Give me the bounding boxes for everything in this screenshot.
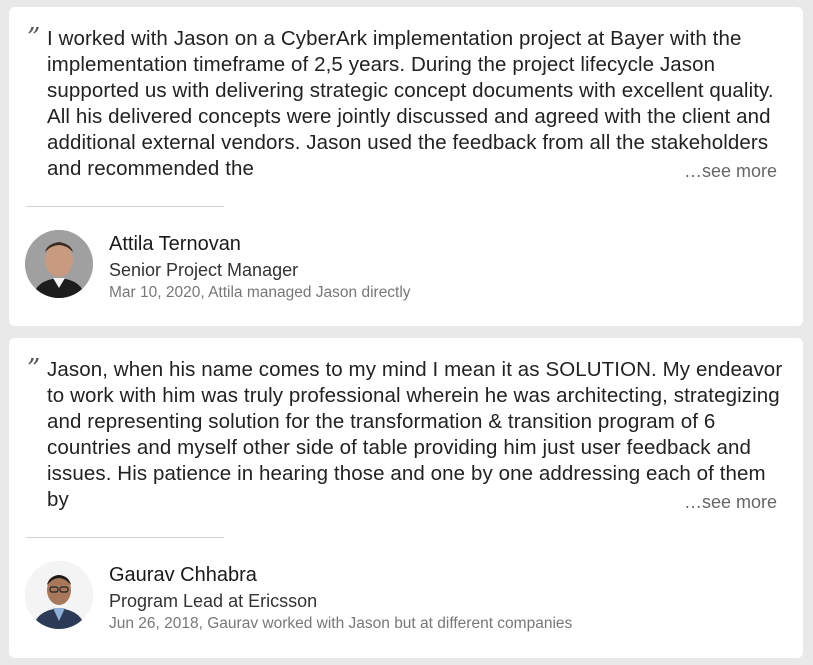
recommendation-meta: Mar 10, 2020, Attila managed Jason direc…: [109, 284, 411, 301]
recommendation-meta: Jun 26, 2018, Gaurav worked with Jason b…: [109, 615, 573, 632]
recommender-name[interactable]: Attila Ternovan: [109, 232, 241, 256]
see-more-button[interactable]: …see more: [657, 491, 777, 513]
avatar-photo-icon: [25, 230, 93, 298]
avatar[interactable]: [25, 230, 93, 298]
see-more-button[interactable]: …see more: [657, 160, 777, 182]
recommender-name[interactable]: Gaurav Chhabra: [109, 563, 257, 587]
recommendation-card: ” I worked with Jason on a CyberArk impl…: [9, 7, 803, 326]
avatar-photo-icon: [25, 561, 93, 629]
quote-icon: ”: [27, 354, 41, 384]
recommendation-card: ” Jason, when his name comes to my mind …: [9, 338, 803, 658]
divider: [26, 206, 224, 207]
quote-icon: ”: [27, 23, 41, 53]
recommendation-text: Jason, when his name comes to my mind I …: [47, 358, 783, 511]
avatar[interactable]: [25, 561, 93, 629]
divider: [26, 537, 224, 538]
recommender-title: Program Lead at Ericsson: [109, 591, 318, 611]
recommendation-text: I worked with Jason on a CyberArk implem…: [47, 27, 774, 180]
recommender-title: Senior Project Manager: [109, 260, 299, 280]
